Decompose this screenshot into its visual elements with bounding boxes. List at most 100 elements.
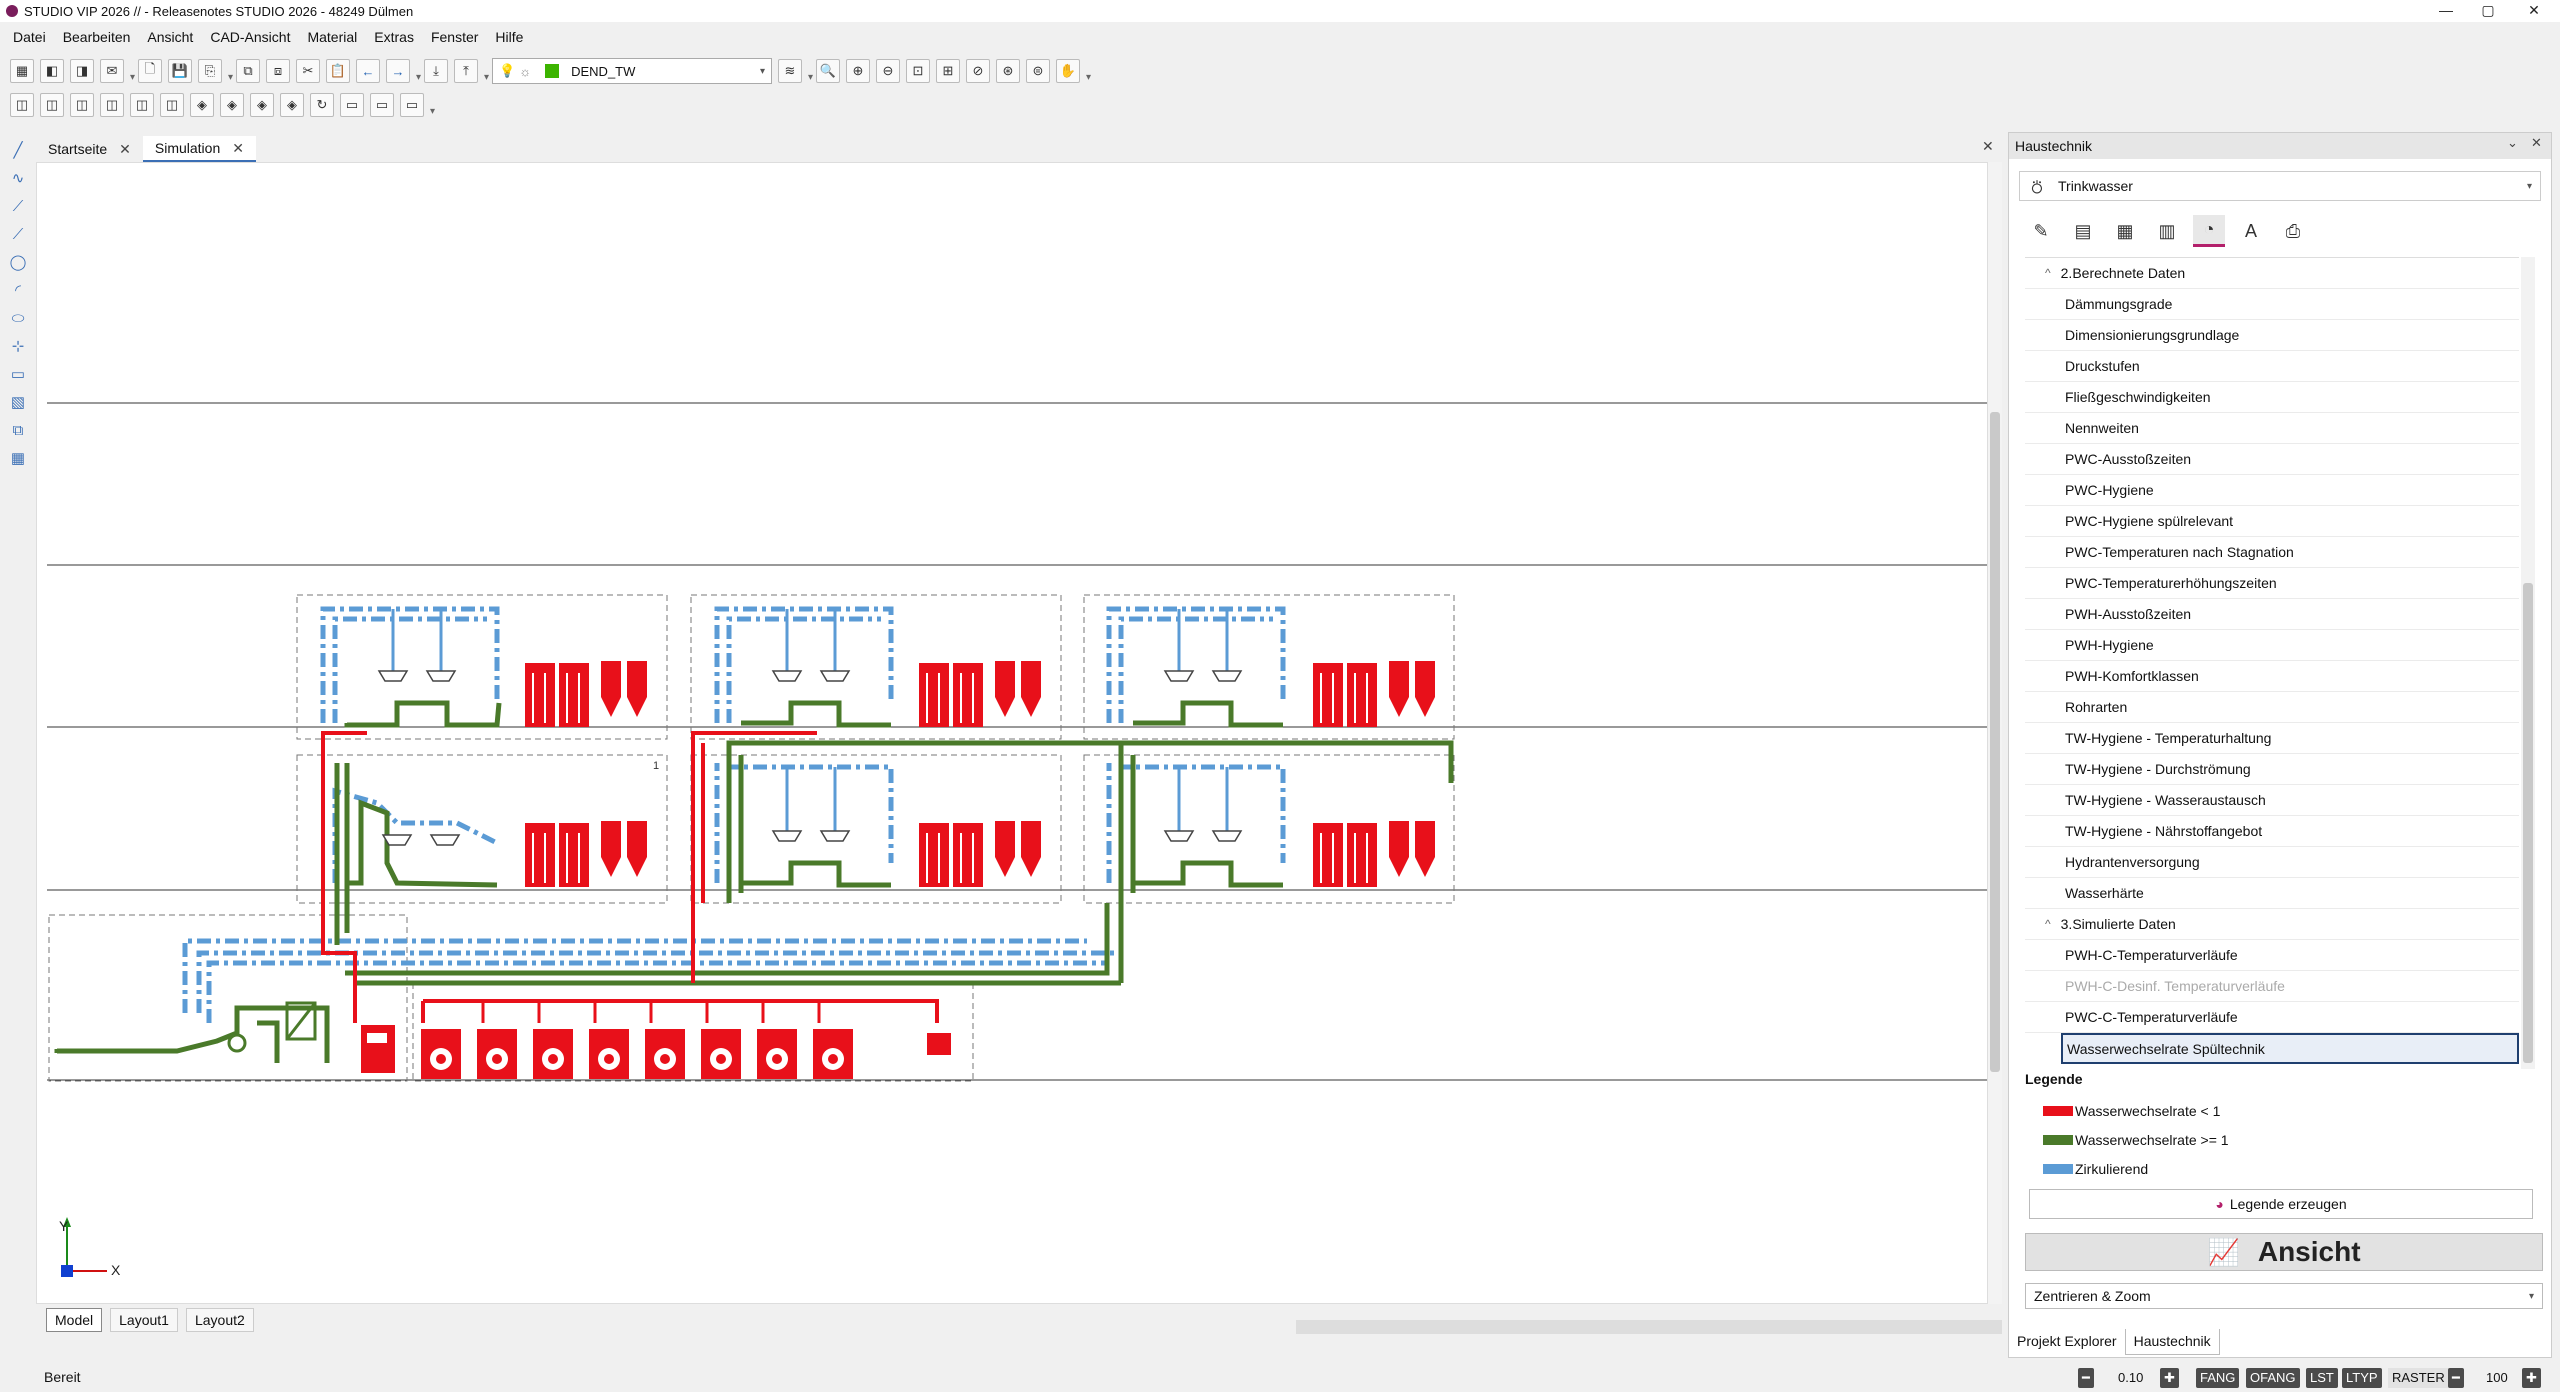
list-item[interactable]: TW-Hygiene - Temperaturhaltung (2025, 723, 2519, 754)
paste-format-icon[interactable]: ⧈ (266, 59, 290, 83)
group-berechnete-daten[interactable]: ^ 2.Berechnete Daten (2025, 258, 2519, 289)
view-right-icon[interactable]: ◫ (100, 93, 124, 117)
orbit-icon[interactable]: ↻ (310, 93, 334, 117)
zoom-previous-icon[interactable]: ⊘ (966, 59, 990, 83)
calculator-icon[interactable]: ▦ (2109, 215, 2141, 247)
tab-startseite[interactable]: Startseite ✕ (36, 136, 143, 162)
iso-sw-icon[interactable]: ◈ (190, 93, 214, 117)
view-top-icon[interactable]: ◫ (10, 93, 34, 117)
close-icon[interactable]: ✕ (1982, 138, 1994, 155)
ellipse-icon[interactable]: ⬭ (6, 306, 30, 330)
tab-layout1[interactable]: Layout1 (110, 1308, 178, 1332)
menu-datei[interactable]: Datei (13, 29, 46, 45)
open-project-icon[interactable]: ◧ (40, 59, 64, 83)
zoom-value[interactable]: 100 (2486, 1368, 2508, 1388)
pan-icon[interactable]: ✋ (1056, 59, 1080, 83)
layers-icon[interactable]: ≋ (778, 59, 802, 83)
circle-icon[interactable]: ◯ (6, 250, 30, 274)
list-item[interactable]: Rohrarten (2025, 692, 2519, 723)
zoom-out-icon[interactable]: ⊖ (876, 59, 900, 83)
ray-icon[interactable]: ⟋ (6, 222, 30, 246)
tab-layout2[interactable]: Layout2 (185, 1308, 254, 1332)
zoom-decrease-icon[interactable]: ━ (2448, 1368, 2464, 1388)
close-button[interactable]: ✕ (2514, 0, 2554, 22)
zoom-in-icon[interactable]: ⊕ (846, 59, 870, 83)
line-icon[interactable]: ╱ (6, 138, 30, 162)
decrease-icon[interactable]: ━ (2078, 1368, 2094, 1388)
tab-simulation[interactable]: Simulation ✕ (142, 136, 256, 162)
list-item[interactable]: PWC-Hygiene (2025, 475, 2519, 506)
zoom-mode-combo[interactable]: Zentrieren & Zoom ▾ (2025, 1283, 2543, 1309)
toggle-raster[interactable]: RASTER (2388, 1368, 2449, 1388)
canvas-horizontal-scrollbar[interactable] (1296, 1320, 2002, 1334)
list-item[interactable]: PWC-Ausstoßzeiten (2025, 444, 2519, 475)
list-item[interactable]: TW-Hygiene - Durchströmung (2025, 754, 2519, 785)
view-back-icon[interactable]: ◫ (160, 93, 184, 117)
save-all-icon[interactable]: ⎘ (198, 59, 222, 83)
toggle-ltyp[interactable]: LTYP (2342, 1368, 2382, 1388)
list-item[interactable]: PWH-Ausstoßzeiten (2025, 599, 2519, 630)
list-item[interactable]: PWC-C-Temperaturverläufe (2025, 1002, 2519, 1033)
list-item[interactable]: Dimensionierungsgrundlage (2025, 320, 2519, 351)
list-item[interactable]: PWC-Temperaturerhöhungszeiten (2025, 568, 2519, 599)
chart-icon[interactable]: ▥ (2151, 215, 2183, 247)
toggle-ofang[interactable]: OFANG (2246, 1368, 2300, 1388)
toggle-fang[interactable]: FANG (2196, 1368, 2240, 1388)
point-icon[interactable]: ⊹ (6, 334, 30, 358)
list-item-selected[interactable]: Wasserwechselrate Spültechnik (2061, 1033, 2519, 1064)
list-item[interactable]: Nennweiten (2025, 413, 2519, 444)
list-item[interactable]: Fließgeschwindigkeiten (2025, 382, 2519, 413)
ansicht-button[interactable]: 📈 Ansicht (2025, 1233, 2543, 1271)
menu-hilfe[interactable]: Hilfe (495, 29, 523, 45)
menu-extras[interactable]: Extras (374, 29, 414, 45)
analysis-pie-icon[interactable]: ◔ (2193, 215, 2225, 247)
view-front-icon[interactable]: ◫ (130, 93, 154, 117)
list-item[interactable]: PWH-C-Temperaturverläufe (2025, 940, 2519, 971)
zoom-window-icon[interactable]: ⊡ (906, 59, 930, 83)
list-item[interactable]: Druckstufen (2025, 351, 2519, 382)
maximize-button[interactable]: ▢ (2468, 0, 2508, 22)
mail-icon[interactable]: ✉ (100, 59, 124, 83)
close-icon[interactable]: ✕ (232, 140, 244, 157)
export-icon[interactable]: ⤒ (454, 59, 478, 83)
list-item[interactable]: Hydrantenversorgung (2025, 847, 2519, 878)
panel-menu-icon[interactable]: ⌄ (2507, 135, 2518, 151)
layer-combo[interactable]: 💡 ☼ DEND_TW ▾ (492, 58, 772, 84)
project-settings-icon[interactable]: ◨ (70, 59, 94, 83)
viewport-split-icon[interactable]: ▭ (370, 93, 394, 117)
increase-icon[interactable]: ✚ (2160, 1368, 2179, 1388)
menu-ansicht[interactable]: Ansicht (147, 29, 193, 45)
new-project-icon[interactable]: ▦ (10, 59, 34, 83)
viewport-single-icon[interactable]: ▭ (340, 93, 364, 117)
system-combo[interactable]: ⛣ Trinkwasser ▾ (2019, 171, 2541, 201)
list-item[interactable]: PWH-Hygiene (2025, 630, 2519, 661)
zoom-increase-icon[interactable]: ✚ (2522, 1368, 2541, 1388)
group-simulierte-daten[interactable]: ^ 3.Simulierte Daten (2025, 909, 2519, 940)
snap-value[interactable]: 0.10 (2118, 1368, 2143, 1388)
undo-icon[interactable]: ← (356, 59, 380, 83)
zoom-extents-icon[interactable]: ⊞ (936, 59, 960, 83)
viewport-quad-icon[interactable]: ▭ (400, 93, 424, 117)
grid-icon[interactable]: ▦ (6, 446, 30, 470)
list-item[interactable]: PWC-Hygiene spülrelevant (2025, 506, 2519, 537)
tab-haustechnik[interactable]: Haustechnik (2124, 1329, 2220, 1355)
polyline-icon[interactable]: ⟋ (6, 194, 30, 218)
zoom-all-icon[interactable]: ⊛ (996, 59, 1020, 83)
document-icon[interactable]: ▤ (2067, 215, 2099, 247)
spline-icon[interactable]: ∿ (6, 166, 30, 190)
view-bottom-icon[interactable]: ◫ (40, 93, 64, 117)
iso-se-icon[interactable]: ◈ (220, 93, 244, 117)
list-item[interactable]: TW-Hygiene - Nährstoffangebot (2025, 816, 2519, 847)
new-file-icon[interactable]: 🗋 (138, 59, 162, 83)
menu-cad-ansicht[interactable]: CAD-Ansicht (210, 29, 290, 45)
tab-projekt-explorer[interactable]: Projekt Explorer (2009, 1329, 2125, 1355)
list-item[interactable]: TW-Hygiene - Wasseraustausch (2025, 785, 2519, 816)
cut-icon[interactable]: ✂ (296, 59, 320, 83)
close-icon[interactable]: ✕ (119, 141, 131, 158)
menu-bearbeiten[interactable]: Bearbeiten (63, 29, 131, 45)
menu-fenster[interactable]: Fenster (431, 29, 478, 45)
zoom-icon[interactable]: 🔍 (816, 59, 840, 83)
toggle-lst[interactable]: LST (2306, 1368, 2338, 1388)
menu-material[interactable]: Material (307, 29, 357, 45)
copy-icon[interactable]: ⧉ (236, 59, 260, 83)
